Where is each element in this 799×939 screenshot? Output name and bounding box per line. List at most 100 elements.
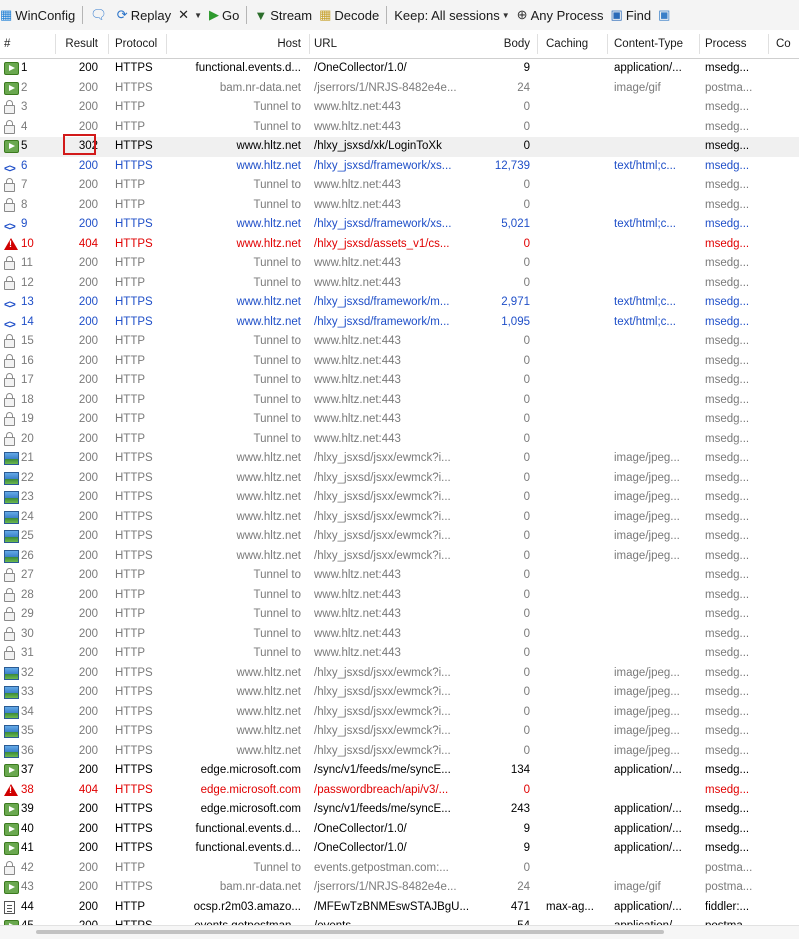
keep-sessions-dropdown[interactable]: Keep: All sessions ▼ [394,8,509,23]
column-header-caching[interactable]: Caching [546,30,608,58]
save-image-button[interactable]: ▣ [658,7,673,23]
remove-button[interactable]: ✕ ▼ [178,7,202,23]
table-row[interactable]: 27 200 HTTP Tunnel to www.hltz.net:443 0 msedg… [0,566,799,586]
host-cell: www.hltz.net [236,218,301,230]
grid-header: # Result Protocol Host URL Body Caching … [0,30,799,59]
caching-cell [546,176,608,196]
caching-cell [546,488,608,508]
winconfig-button[interactable]: ▦ WinConfig [0,7,75,23]
caching-cell [546,59,608,79]
body-cell: 0 [523,588,530,601]
column-header-comments[interactable]: Co [776,30,799,58]
process-cell: msedg... [705,374,750,386]
column-header-host[interactable]: Host [170,30,305,58]
table-row[interactable]: 11 200 HTTP Tunnel to www.hltz.net:443 0 msedg… [0,254,799,274]
image-icon [4,686,19,700]
column-header-content-type[interactable]: Content-Type [614,30,704,58]
result-cell: 200 [78,62,98,74]
column-header-url[interactable]: URL [314,30,500,58]
table-row[interactable]: 25 200 HTTPS www.hltz.net/hlxy_jsxsd/jsxx/e… [0,527,799,547]
host-cell: www.hltz.net [236,725,301,737]
host-cell: www.hltz.net [236,530,301,542]
table-row[interactable]: 36 200 HTTPS www.hltz.net/hlxy_jsxsd/jsxx/e… [0,742,799,762]
image-icon [4,744,19,758]
table-row[interactable]: 16 200 HTTP Tunnel to www.hltz.net:443 0 msedg… [0,352,799,372]
table-row[interactable]: 20 200 HTTP Tunnel to www.hltz.net:443 0 msedg… [0,430,799,450]
column-header-result[interactable]: Result [56,30,102,58]
url-cell: www.hltz.net:443 [314,413,401,425]
column-header-process[interactable]: Process [705,30,771,58]
table-row[interactable]: 15 200 HTTP Tunnel to www.hltz.net:443 0 msedg… [0,332,799,352]
session-number-cell: 24 [4,508,56,528]
table-row[interactable]: 38404HTTPSedge.microsoft.com/passwordbre… [0,781,799,801]
table-row[interactable]: 4 200 HTTP Tunnel to www.hltz.net:443 0 msedg.… [0,118,799,138]
table-row[interactable]: 12 200 HTTP Tunnel to www.hltz.net:443 0 msedg… [0,274,799,294]
table-row[interactable]: 18 200 HTTP Tunnel to www.hltz.net:443 0 msedg… [0,391,799,411]
table-row[interactable]: 19 200 HTTP Tunnel to www.hltz.net:443 0 msedg… [0,410,799,430]
table-row[interactable]: 17 200 HTTP Tunnel to www.hltz.net:443 0 msedg… [0,371,799,391]
lock-icon [4,568,15,583]
column-divider[interactable] [768,34,769,54]
table-row[interactable]: 39 200 HTTPS edge.microsoft.com/sync/v1/fee… [0,800,799,820]
table-row[interactable]: 29 200 HTTP Tunnel to www.hltz.net:443 0 msedg… [0,605,799,625]
table-row[interactable]: 8 200 HTTP Tunnel to www.hltz.net:443 0 msedg.… [0,196,799,216]
session-number-cell: 12 [4,274,56,294]
table-row[interactable]: <> 13 200 HTTPS www.hltz.net/hlxy_jsxsd/fram… [0,293,799,313]
caching-cell [546,820,608,840]
decode-button[interactable]: ▦ Decode [319,7,379,23]
table-row[interactable]: 41 200 HTTPS functional.events.d.../OneColl… [0,839,799,859]
column-divider[interactable] [309,34,310,54]
table-row[interactable]: 3 200 HTTP Tunnel to www.hltz.net:443 0 msedg.… [0,98,799,118]
table-row[interactable]: 34 200 HTTPS www.hltz.net/hlxy_jsxsd/jsxx/e… [0,703,799,723]
comment-button[interactable]: 🗨 [90,7,110,23]
column-divider[interactable] [699,34,700,54]
stream-button[interactable]: ▼ Stream [254,8,312,23]
table-row[interactable]: 37 200 HTTPS edge.microsoft.com/sync/v1/fee… [0,761,799,781]
table-row[interactable]: 26 200 HTTPS www.hltz.net/hlxy_jsxsd/jsxx/e… [0,547,799,567]
table-row[interactable]: 31 200 HTTP Tunnel to www.hltz.net:443 0 msedg… [0,644,799,664]
column-header-body[interactable]: Body [490,30,534,58]
table-row[interactable]: 5 302 HTTPS www.hltz.net/hlxy_jsxsd/xk/Logi… [0,137,799,157]
result-cell: 200 [78,666,98,679]
table-row[interactable]: 44 200 HTTP ocsp.r2m03.amazo.../MFEwTzBNMEs… [0,898,799,918]
image-icon [4,491,19,505]
table-row[interactable]: <> 14 200 HTTPS www.hltz.net/hlxy_jsxsd/fram… [0,313,799,333]
column-divider[interactable] [108,34,109,54]
table-row[interactable]: 7 200 HTTP Tunnel to www.hltz.net:443 0 msedg.… [0,176,799,196]
table-row[interactable]: 35 200 HTTPS www.hltz.net/hlxy_jsxsd/jsxx/e… [0,722,799,742]
table-row[interactable]: 32 200 HTTPS www.hltz.net/hlxy_jsxsd/jsxx/e… [0,664,799,684]
result-cell: 200 [78,218,98,230]
any-process-button[interactable]: ⊕ Any Process [517,7,604,23]
table-row[interactable]: <> 9 200 HTTPS www.hltz.net/hlxy_jsxsd/frame… [0,215,799,235]
table-row[interactable]: 10404HTTPSwww.hltz.net/hlxy_jsxsd/assets… [0,235,799,255]
table-row[interactable]: <> 6 200 HTTPS www.hltz.net/hlxy_jsxsd/frame… [0,157,799,177]
table-row[interactable]: 22 200 HTTPS www.hltz.net/hlxy_jsxsd/jsxx/e… [0,469,799,489]
table-row[interactable]: 43 200 HTTPS bam.nr-data.net/jserrors/1/NRJ… [0,878,799,898]
table-row[interactable]: 21 200 HTTPS www.hltz.net/hlxy_jsxsd/jsxx/e… [0,449,799,469]
table-row[interactable]: 30 200 HTTP Tunnel to www.hltz.net:443 0 msedg… [0,625,799,645]
session-number-cell: 25 [4,527,56,547]
arrow-icon [4,764,19,778]
replay-button[interactable]: ⟳ Replay [117,7,171,23]
column-header-number[interactable]: # [4,30,56,58]
find-button[interactable]: ▣ Find [611,7,652,23]
horizontal-scrollbar[interactable] [0,925,799,939]
host-cell: functional.events.d... [195,62,301,74]
column-divider[interactable] [537,34,538,54]
table-row[interactable]: 2 200 HTTPS bam.nr-data.net/jserrors/1/NRJS… [0,79,799,99]
table-row[interactable]: 28 200 HTTP Tunnel to www.hltz.net:443 0 msedg… [0,586,799,606]
column-divider[interactable] [166,34,167,54]
go-button[interactable]: ▶ Go [209,7,239,23]
table-row[interactable]: 42 200 HTTP Tunnel to events.getpostman.com:… [0,859,799,879]
result-cell: 200 [78,354,98,367]
toolbar-separator [82,6,84,24]
scrollbar-thumb[interactable] [36,930,664,934]
content-type-cell: image/jpeg... [614,549,680,562]
table-row[interactable]: 24 200 HTTPS www.hltz.net/hlxy_jsxsd/jsxx/e… [0,508,799,528]
table-row[interactable]: 40 200 HTTPS functional.events.d.../OneColl… [0,820,799,840]
table-row[interactable]: 1 200 HTTPS functional.events.d.../OneColle… [0,59,799,79]
column-divider[interactable] [607,34,608,54]
session-number-cell: 10 [4,235,56,255]
table-row[interactable]: 23 200 HTTPS www.hltz.net/hlxy_jsxsd/jsxx/e… [0,488,799,508]
table-row[interactable]: 33 200 HTTPS www.hltz.net/hlxy_jsxsd/jsxx/e… [0,683,799,703]
